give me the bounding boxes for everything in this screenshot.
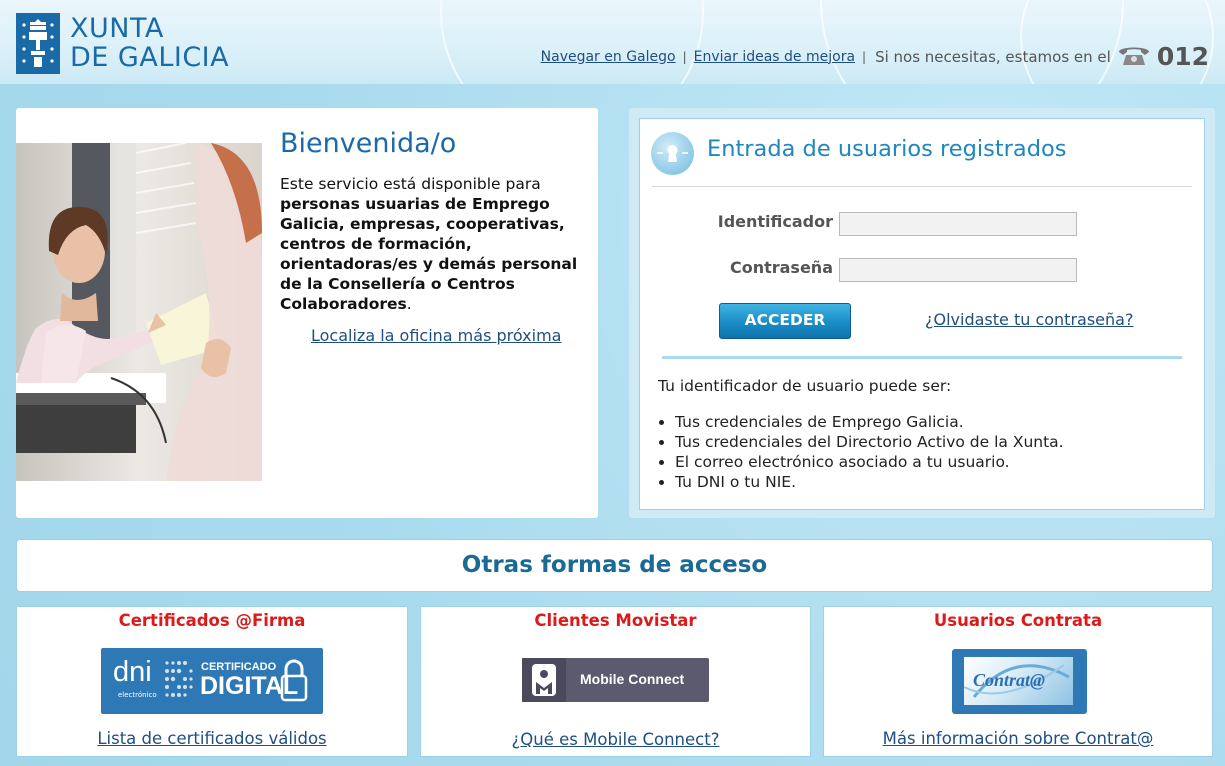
identifier-input[interactable] [839,212,1077,236]
mobile-connect-label: Mobile Connect [580,671,685,687]
logo-line-1: XUNTA [70,13,164,44]
welcome-period: . [406,295,412,313]
separator: | [682,49,687,64]
site-header: XUNTA DE GALICIA Navegar en Galego | Env… [0,0,1225,84]
welcome-description: Este servicio está disponible para perso… [280,174,586,314]
divider [662,356,1182,359]
mobile-connect-info-link[interactable]: ¿Qué es Mobile Connect? [421,730,810,749]
welcome-photo [16,142,262,481]
contrata-info-link[interactable]: Más información sobre Contrat@ [824,729,1212,748]
help-text: Si nos necesitas, estamos en el [875,47,1111,66]
card-firma: Certificados @Firma dni electrónico CERT… [16,606,408,757]
dni-certificate-icon[interactable]: dni electrónico CERTIFICADO DIGITAL [101,648,323,714]
contrata-label: Contrat@ [973,670,1045,690]
link-navegar-galego[interactable]: Navegar en Galego [541,49,676,65]
contrata-icon[interactable]: Contrat@ [952,649,1087,714]
office-locator-link[interactable]: Localiza la oficina más próxima [311,326,561,345]
list-item: Tu DNI o tu NIE. [675,472,1064,492]
welcome-panel: Bienvenida/o Este servicio está disponib… [16,108,598,518]
contrata-badge: Contrat@ [964,657,1073,705]
divider [652,186,1192,187]
certificates-list-link[interactable]: Lista de certificados válidos [17,729,407,748]
link-enviar-ideas[interactable]: Enviar ideas de mejora [694,49,855,65]
mobile-connect-logo [522,658,566,702]
login-panel: Entrada de usuarios registrados Identifi… [639,118,1205,510]
identifier-label: Identificador [717,212,833,231]
keyhole-icon [651,132,694,175]
identifier-hint: Tu identificador de usuario puede ser: [658,377,952,395]
logo-line-2: DE GALICIA [70,42,230,73]
card-title: Usuarios Contrata [933,611,1103,630]
login-title: Entrada de usuarios registrados [707,136,1067,162]
dni-badge-small: dni [113,656,152,688]
dni-badge-sub: electrónico [118,691,157,699]
list-item: Tus credenciales de Emprego Galicia. [675,412,1064,432]
card-movistar: Clientes Movistar Mobile Connect ¿Qué es… [420,606,811,757]
phone-number: 012 [1156,42,1209,71]
list-item: El correo electrónico asociado a tu usua… [675,452,1064,472]
card-contrata: Usuarios Contrata Contrat@ Más informaci… [823,606,1213,757]
identifier-options-list: Tus credenciales de Emprego Galicia. Tus… [657,412,1064,492]
separator: | [862,49,867,64]
other-access-title: Otras formas de acceso [16,539,1213,592]
acceder-button[interactable]: ACCEDER [719,303,851,339]
list-item: Tus credenciales del Directorio Activo d… [675,432,1064,452]
password-label: Contraseña [729,258,833,277]
welcome-audience: personas usuarias de Emprego Galicia, em… [280,195,578,313]
mobile-connect-icon[interactable]: Mobile Connect [522,658,709,702]
card-title: Clientes Movistar [534,611,697,630]
xunta-shield-icon[interactable] [16,13,60,74]
welcome-title: Bienvenida/o [280,128,457,159]
header-toolbar: Navegar en Galego | Enviar ideas de mejo… [541,42,1209,71]
password-input[interactable] [839,258,1077,282]
forgot-password-link[interactable]: ¿Olvidaste tu contraseña? [925,310,1133,329]
xunta-logo-text[interactable]: XUNTA DE GALICIA [70,14,229,72]
card-title: Certificados @Firma [118,611,306,630]
phone-icon [1117,43,1151,71]
welcome-intro: Este servicio está disponible para [280,175,541,193]
